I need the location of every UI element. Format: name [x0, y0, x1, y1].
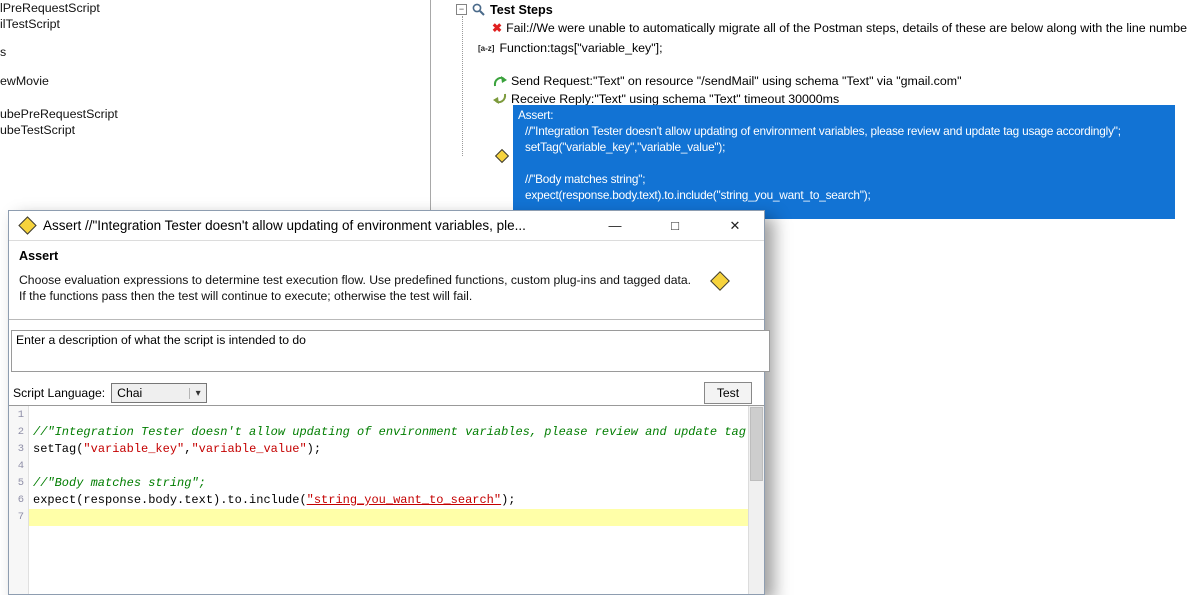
- assert-block-line: [518, 155, 1175, 171]
- tree-item[interactable]: lPreRequestScript: [0, 1, 100, 15]
- receive-reply-step-label: Receive Reply:"Text" using schema "Text"…: [511, 92, 839, 106]
- tree-node-send-request-step[interactable]: Send Request:"Text" on resource "/sendMa…: [492, 73, 961, 88]
- send-request-step-label: Send Request:"Text" on resource "/sendMa…: [511, 74, 961, 88]
- function-step-label: Function:tags["variable_key"];: [499, 41, 662, 55]
- assert-block-line: expect(response.body.text).to.include("s…: [518, 187, 1175, 203]
- minimize-button[interactable]: —: [597, 211, 633, 241]
- editor-line[interactable]: 7: [9, 509, 749, 526]
- editor-line[interactable]: 3setTag("variable_key","variable_value")…: [9, 441, 749, 458]
- tree-node-function-step[interactable]: [a-z] Function:tags["variable_key"];: [478, 41, 663, 55]
- script-description-input[interactable]: Enter a description of what the script i…: [11, 330, 770, 372]
- editor-line[interactable]: 6expect(response.body.text).to.include("…: [9, 492, 749, 509]
- script-language-select[interactable]: Chai ▾: [111, 383, 207, 403]
- assert-block-line: Assert:: [518, 107, 1175, 123]
- line-number: 5: [9, 475, 29, 492]
- line-number: 1: [9, 407, 29, 424]
- dialog-title: Assert //"Integration Tester doesn't all…: [43, 218, 526, 233]
- assert-block-line: setTag("variable_key","variable_value");: [518, 139, 1175, 155]
- tree-item[interactable]: ilTestScript: [0, 17, 60, 31]
- close-button[interactable]: ✕: [717, 211, 753, 241]
- maximize-button[interactable]: □: [657, 211, 693, 241]
- editor-line-code: [29, 458, 749, 475]
- test-button[interactable]: Test: [704, 382, 752, 404]
- assert-block-line: //"Body matches string";: [518, 171, 1175, 187]
- line-number: 3: [9, 441, 29, 458]
- editor-lines: 12//"Integration Tester doesn't allow up…: [9, 407, 749, 526]
- editor-line[interactable]: 5//"Body matches string";: [9, 475, 749, 492]
- assert-dialog-icon: [18, 216, 36, 234]
- assert-step-selected[interactable]: Assert://"Integration Tester doesn't all…: [513, 105, 1175, 219]
- receive-reply-icon: [492, 91, 507, 106]
- editor-line-code: expect(response.body.text).to.include("s…: [29, 492, 749, 509]
- tree-connector: [462, 16, 463, 156]
- chevron-down-icon: ▾: [189, 388, 206, 399]
- line-number: 4: [9, 458, 29, 475]
- fail-step-label: Fail://We were unable to automatically m…: [506, 21, 1187, 35]
- scrollbar-thumb[interactable]: [750, 407, 763, 481]
- send-request-icon: [492, 73, 507, 88]
- tree-node-receive-reply-step[interactable]: Receive Reply:"Text" using schema "Text"…: [492, 91, 839, 106]
- tree-item[interactable]: s: [0, 45, 6, 59]
- editor-scrollbar[interactable]: [748, 406, 764, 594]
- assert-dialog-window: Assert //"Integration Tester doesn't all…: [8, 210, 765, 595]
- collapse-icon[interactable]: −: [456, 4, 467, 15]
- dialog-header-description-line2: If the functions pass then the test will…: [19, 288, 754, 304]
- dialog-header: Assert Choose evaluation expressions to …: [9, 242, 764, 320]
- editor-line-code: [29, 407, 749, 424]
- line-number: 7: [9, 509, 29, 526]
- tree-node-test-steps[interactable]: − Test Steps: [456, 2, 553, 17]
- test-steps-icon: [471, 2, 486, 17]
- editor-line-code: //"Body matches string";: [29, 475, 749, 492]
- function-icon: [a-z]: [478, 44, 494, 53]
- dialog-header-title: Assert: [19, 249, 754, 263]
- tree-item[interactable]: ubePreRequestScript: [0, 107, 118, 121]
- dialog-titlebar[interactable]: Assert //"Integration Tester doesn't all…: [9, 211, 764, 241]
- assert-block-line: //"Integration Tester doesn't allow upda…: [518, 123, 1175, 139]
- editor-line-code: //"Integration Tester doesn't allow upda…: [29, 424, 749, 441]
- editor-line-code: [29, 509, 749, 526]
- editor-line[interactable]: 2//"Integration Tester doesn't allow upd…: [9, 424, 749, 441]
- tree-node-fail-step[interactable]: ✖ Fail://We were unable to automatically…: [492, 21, 1187, 35]
- tree-item[interactable]: ewMovie: [0, 74, 49, 88]
- line-number: 2: [9, 424, 29, 441]
- script-language-row: Script Language: Chai ▾ Test: [13, 381, 752, 405]
- script-language-label: Script Language:: [13, 386, 105, 400]
- test-steps-label: Test Steps: [490, 3, 553, 17]
- fail-icon: ✖: [492, 21, 502, 35]
- script-editor[interactable]: 12//"Integration Tester doesn't allow up…: [9, 405, 764, 594]
- editor-line[interactable]: 4: [9, 458, 749, 475]
- editor-line-code: setTag("variable_key","variable_value");: [29, 441, 749, 458]
- script-language-value: Chai: [117, 386, 142, 400]
- assert-step-icon: [495, 149, 509, 163]
- tree-item[interactable]: ubeTestScript: [0, 123, 75, 137]
- editor-line[interactable]: 1: [9, 407, 749, 424]
- line-number: 6: [9, 492, 29, 509]
- dialog-header-description-line1: Choose evaluation expressions to determi…: [19, 272, 754, 288]
